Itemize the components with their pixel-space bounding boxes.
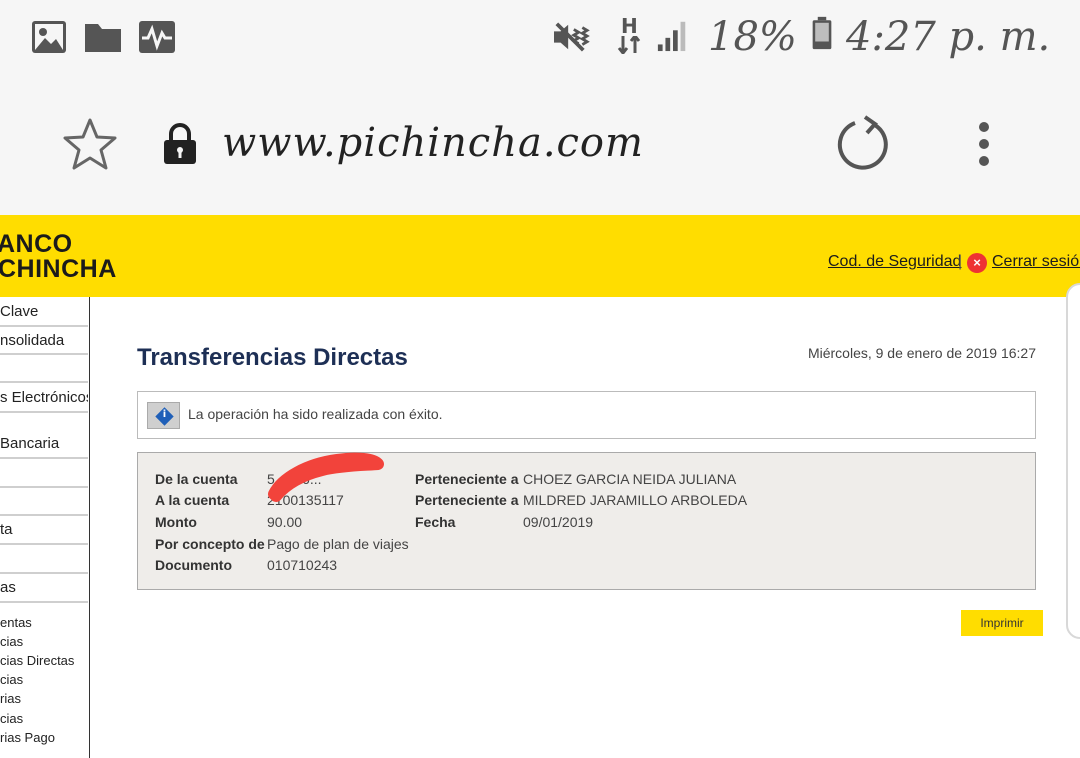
sidebar-divider bbox=[0, 457, 88, 459]
amount-value: 90.00 bbox=[267, 514, 303, 530]
browser-toolbar: www.pichincha.com bbox=[0, 80, 1080, 215]
mute-vibrate-icon bbox=[554, 22, 590, 52]
sidebar-divider bbox=[0, 601, 88, 603]
sidebar-divider bbox=[0, 572, 88, 574]
transfer-details: De la cuenta 5...126... A la cuenta 2100… bbox=[137, 452, 1036, 590]
sidebar-item-bancaria[interactable]: Bancaria bbox=[0, 435, 88, 452]
sidebar-divider bbox=[0, 353, 88, 355]
from-account-label: De la cuenta bbox=[155, 471, 238, 487]
star-icon[interactable] bbox=[62, 117, 118, 171]
owner-to-value: MILDRED JARAMILLO ARBOLEDA bbox=[523, 492, 748, 508]
signal-icon bbox=[657, 21, 686, 52]
to-account-label: A la cuenta bbox=[155, 492, 230, 508]
more-vert-icon[interactable] bbox=[975, 120, 993, 170]
sidebar-subitem[interactable]: entas bbox=[0, 615, 32, 630]
battery-icon bbox=[812, 16, 832, 50]
activity-icon bbox=[139, 21, 175, 53]
battery-percent: 18% bbox=[708, 14, 797, 60]
clock: 4:27 p. m. bbox=[846, 14, 1051, 60]
sidebar-divider bbox=[0, 325, 88, 327]
address-bar-url[interactable]: www.pichincha.com bbox=[222, 120, 644, 166]
image-icon bbox=[32, 21, 66, 53]
lock-icon bbox=[164, 123, 196, 164]
sidebar-divider bbox=[0, 381, 88, 383]
page-title: Transferencias Directas bbox=[137, 344, 408, 371]
info-icon: i bbox=[147, 402, 180, 429]
concept-label: Por concepto de bbox=[155, 536, 265, 552]
date-value: 09/01/2019 bbox=[523, 514, 594, 530]
status-bar: H 18% 4:27 p. m. bbox=[0, 0, 1080, 80]
network-h-icon: H bbox=[616, 14, 642, 58]
sidebar-item-cuenta[interactable]: ta bbox=[0, 521, 88, 538]
sidebar-item-transferencias[interactable]: as bbox=[0, 579, 88, 596]
sidebar-divider bbox=[0, 411, 88, 413]
side-panel-edge bbox=[1066, 283, 1080, 639]
amount-label: Monto bbox=[155, 514, 197, 530]
sidebar-subitem[interactable]: cias Directas bbox=[0, 653, 74, 668]
sidebar-divider bbox=[0, 514, 88, 516]
bank-header: ANCO CHINCHA Cod. de Seguridad | × Cerra… bbox=[0, 215, 1080, 297]
reload-icon[interactable] bbox=[835, 115, 893, 173]
to-account-value: 2100135117 bbox=[267, 492, 344, 508]
close-icon[interactable]: × bbox=[967, 253, 987, 273]
date-label: Fecha bbox=[415, 514, 456, 530]
header-separator: | bbox=[958, 253, 963, 270]
document-value: 010710243 bbox=[267, 557, 338, 573]
folder-icon bbox=[85, 24, 121, 52]
concept-value: Pago de plan de viajes bbox=[267, 536, 409, 552]
security-code-link[interactable]: Cod. de Seguridad bbox=[828, 253, 961, 271]
sidebar: Clave nsolidada s Electrónicos Bancaria … bbox=[0, 297, 90, 758]
sidebar-subitem[interactable]: cias bbox=[0, 711, 23, 726]
sidebar-divider bbox=[0, 543, 88, 545]
document-label: Documento bbox=[155, 557, 232, 573]
success-message: i La operación ha sido realizada con éxi… bbox=[137, 391, 1036, 439]
sidebar-subitem[interactable]: cias bbox=[0, 634, 23, 649]
logout-link[interactable]: Cerrar sesión bbox=[992, 253, 1080, 271]
sidebar-divider bbox=[0, 486, 88, 488]
success-message-text: La operación ha sido realizada con éxito… bbox=[188, 406, 443, 422]
sidebar-item-consolidada[interactable]: nsolidada bbox=[0, 332, 88, 349]
logo-line-2: CHINCHA bbox=[0, 255, 117, 283]
from-account-value: 5...126... bbox=[267, 471, 322, 487]
sidebar-item-clave[interactable]: Clave bbox=[0, 303, 88, 320]
owner-to-label: Perteneciente a bbox=[415, 492, 519, 508]
sidebar-item-electronicos[interactable]: s Electrónicos bbox=[0, 389, 88, 406]
date-text: Miércoles, 9 de enero de 2019 16:27 bbox=[807, 345, 1036, 361]
owner-from-value: CHOEZ GARCIA NEIDA JULIANA bbox=[523, 471, 737, 487]
print-button[interactable]: Imprimir bbox=[961, 610, 1043, 636]
owner-from-label: Perteneciente a bbox=[415, 471, 519, 487]
sidebar-subitem[interactable]: cias bbox=[0, 672, 23, 687]
sidebar-subitem[interactable]: rias Pago bbox=[0, 730, 55, 745]
sidebar-subitem[interactable]: rias bbox=[0, 691, 21, 706]
